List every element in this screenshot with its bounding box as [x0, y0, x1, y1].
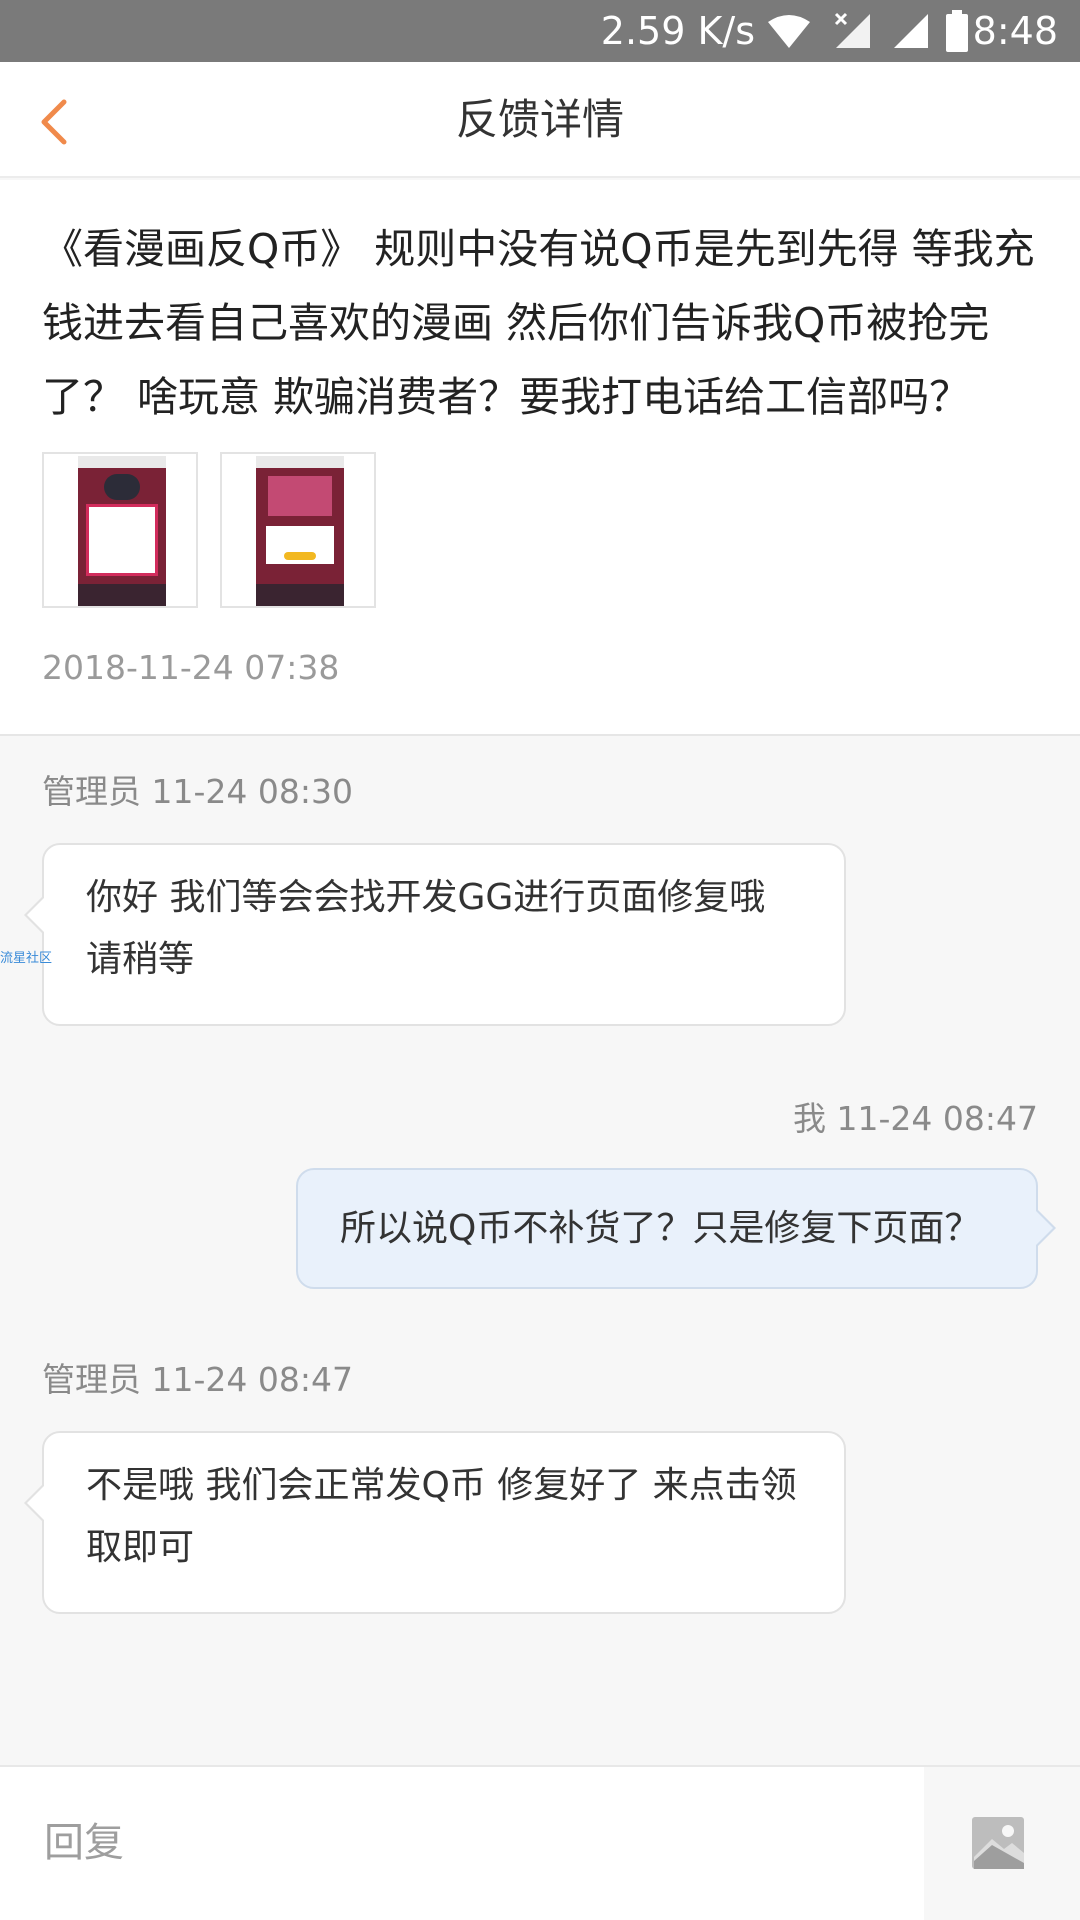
attachment-thumbnail-1[interactable] — [42, 452, 198, 608]
nav-bar: 反馈详情 — [0, 62, 1080, 178]
message-text: 你好 我们等会会找开发GG进行页面修复哦 请稍等 — [86, 877, 766, 980]
page-title: 反馈详情 — [455, 95, 624, 144]
reply-input[interactable]: 回复 — [0, 1767, 924, 1920]
watermark: 流星社区 — [0, 951, 53, 966]
message-meta: 管理员 11-24 08:47 — [42, 1360, 353, 1399]
attach-image-button[interactable] — [924, 1767, 1080, 1920]
reply-bar: 回复 — [0, 1765, 1080, 1920]
post-timestamp: 2018-11-24 07:38 — [42, 648, 340, 687]
attachment-thumbnail-2[interactable] — [220, 452, 376, 608]
reply-placeholder: 回复 — [44, 1820, 124, 1866]
battery-icon — [946, 10, 968, 52]
network-speed: 2.59 K/s — [600, 9, 755, 53]
admin-message-bubble: 你好 我们等会会找开发GG进行页面修复哦 请稍等 — [24, 843, 846, 1026]
message-meta: 我 11-24 08:47 — [793, 1099, 1038, 1138]
image-icon — [972, 1817, 1024, 1869]
clock: 8:48 — [972, 9, 1058, 53]
user-message-bubble: 所以说Q币不补货了？只是修复下页面？ — [296, 1168, 1056, 1289]
signal-no-sim-icon — [834, 12, 870, 48]
feedback-post: 《看漫画反Q币》 规则中没有说Q币是先到先得 等我充钱进去看自己喜欢的漫画 然后… — [0, 180, 1080, 736]
thumbnail-image — [78, 456, 166, 606]
status-bar: 2.59 K/s 8:48 — [0, 0, 1080, 62]
signal-icon — [894, 14, 928, 48]
feedback-content: 《看漫画反Q币》 规则中没有说Q币是先到先得 等我充钱进去看自己喜欢的漫画 然后… — [42, 225, 1035, 421]
message-text: 所以说Q币不补货了？只是修复下页面？ — [340, 1208, 981, 1249]
message-text: 不是哦 我们会正常发Q币 修复好了 来点击领取即可 — [86, 1465, 797, 1568]
thumbnail-image — [256, 456, 344, 606]
message-meta: 管理员 11-24 08:30 — [42, 772, 353, 811]
admin-message-bubble: 不是哦 我们会正常发Q币 修复好了 来点击领取即可 — [24, 1431, 846, 1614]
wifi-icon — [768, 15, 810, 48]
